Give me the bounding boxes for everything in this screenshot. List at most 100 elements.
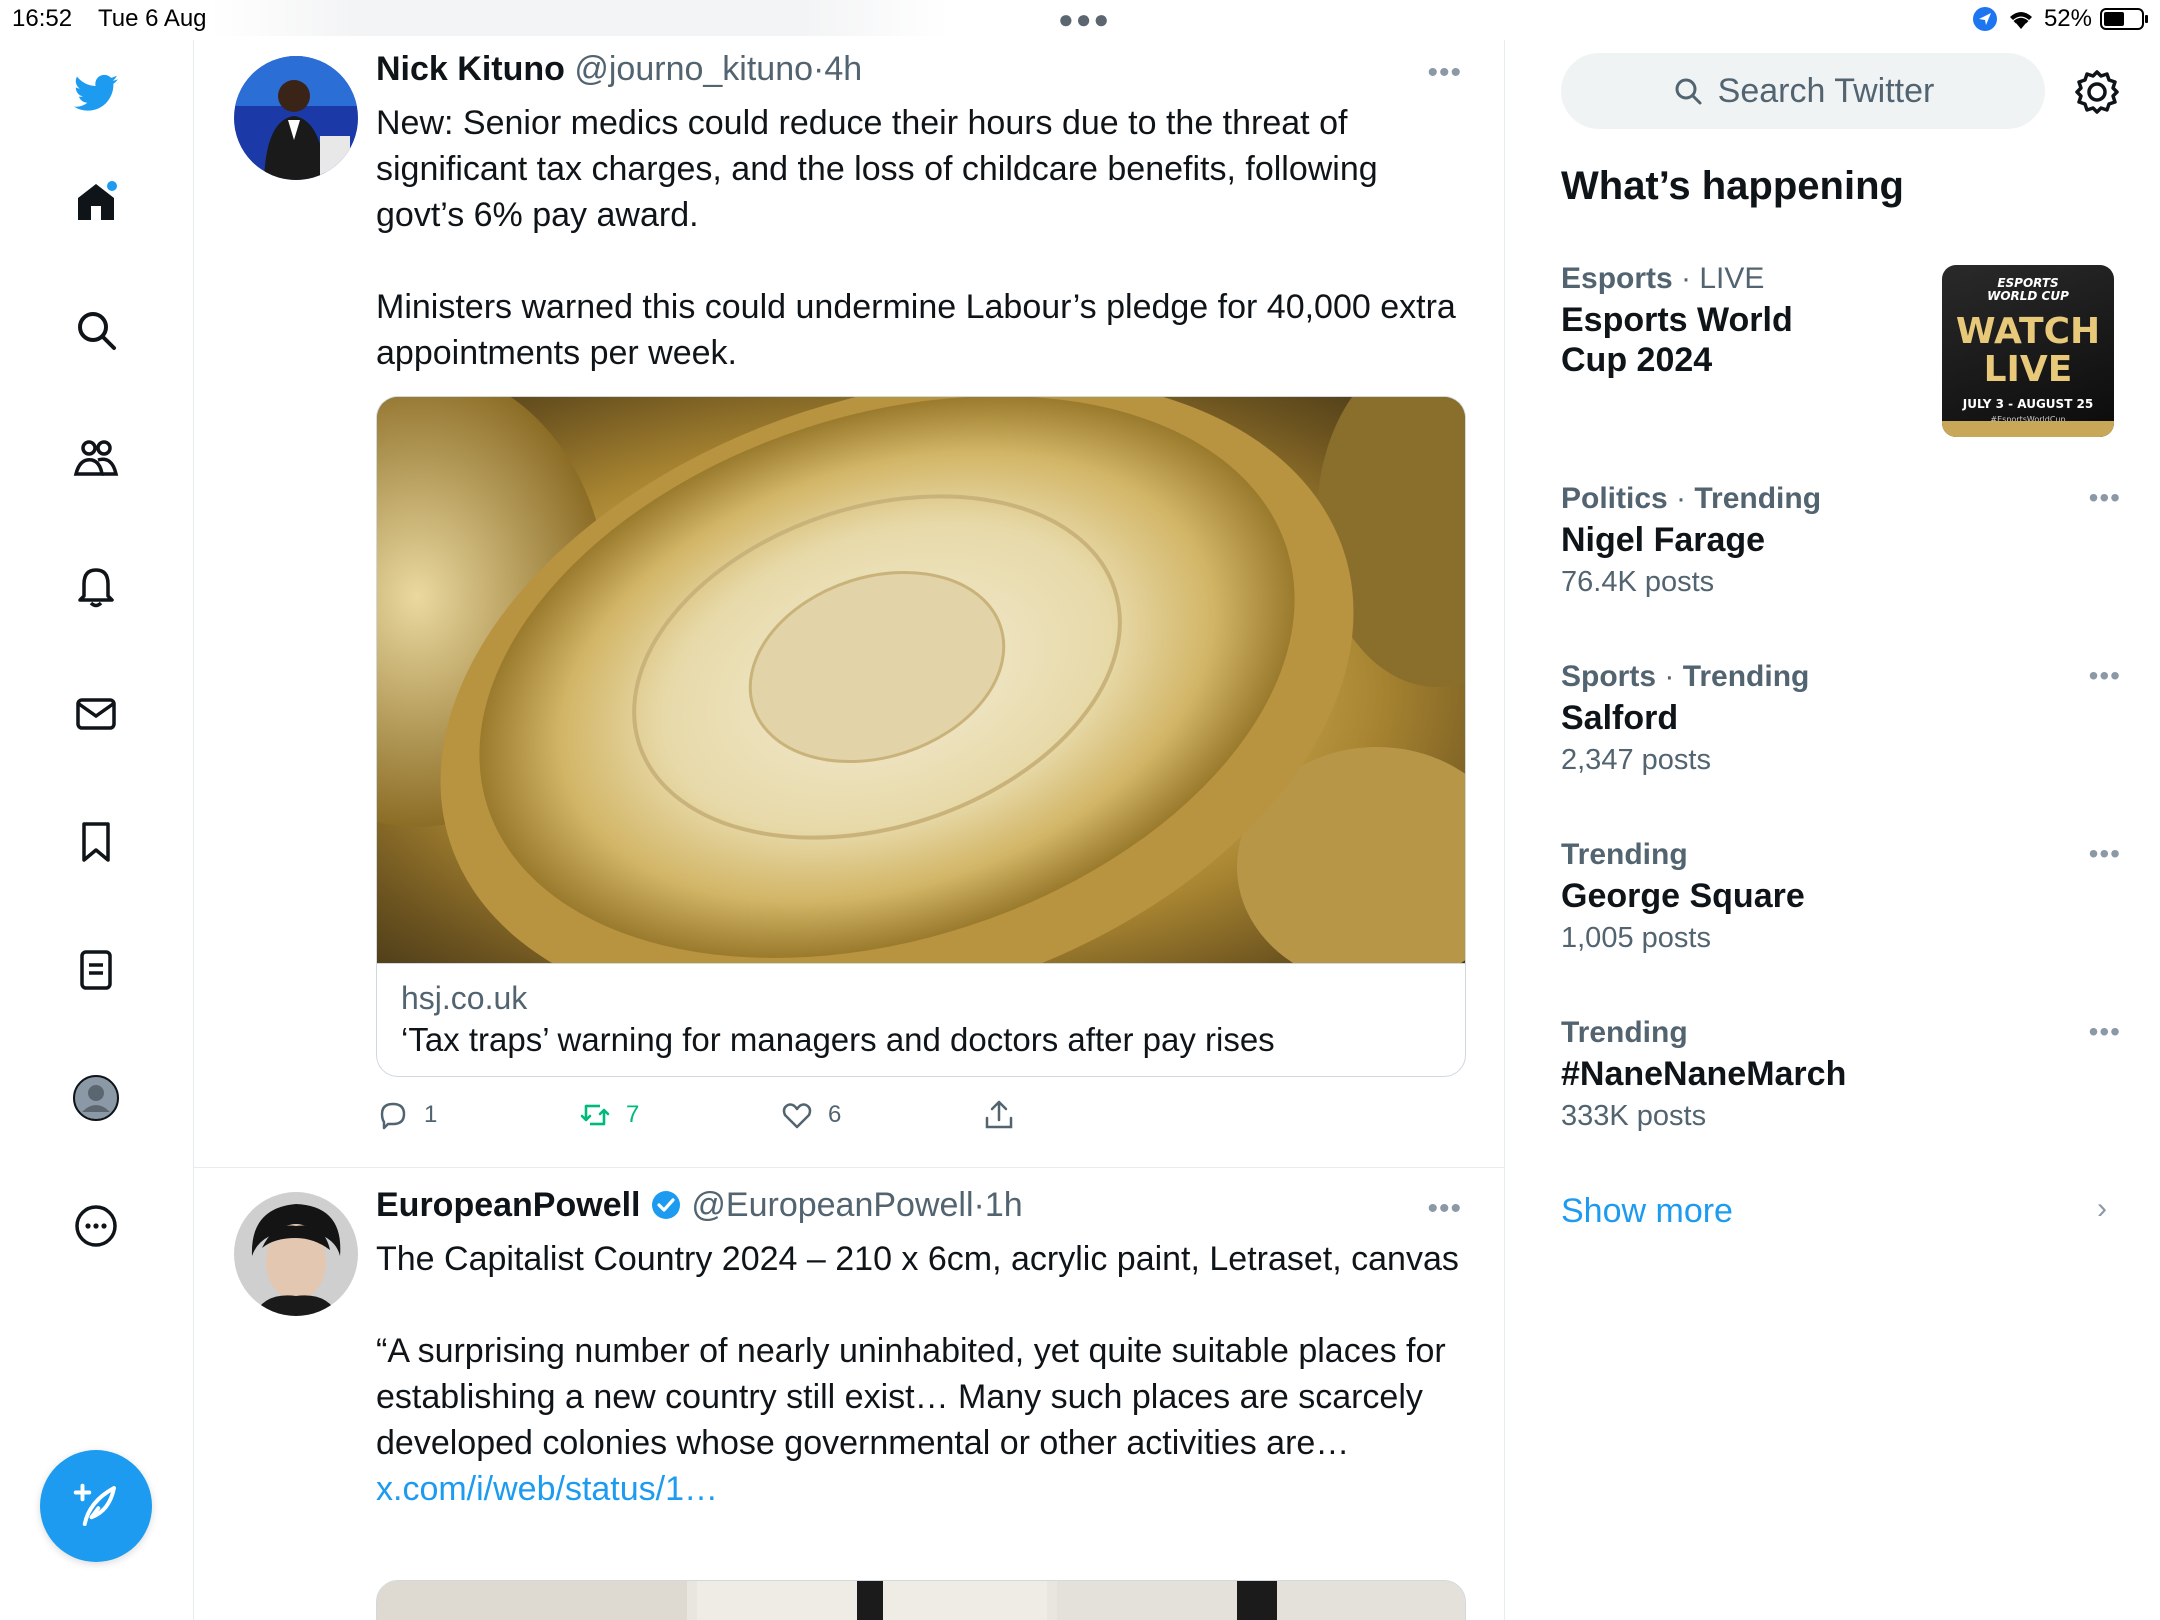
trend-name: Salford [1561, 699, 1679, 737]
handle[interactable]: @journo_kituno [574, 50, 813, 88]
location-icon [1972, 7, 1997, 31]
trend-qualifier: Trending [1561, 1016, 1688, 1049]
tweet-header: Nick Kituno @journo_kituno·4h [376, 50, 862, 89]
trend-count: 2,347 posts [1561, 744, 1711, 776]
nav-explore[interactable] [60, 294, 132, 366]
trend-more-icon[interactable]: ••• [2089, 660, 2121, 692]
search-placeholder: Search Twitter [1717, 71, 1935, 110]
tweet-more-icon[interactable]: ••• [1427, 56, 1462, 90]
tweet-link[interactable]: x.com/i/web/status/1… [376, 1470, 718, 1508]
trend-name: #NaneNaneMarch [1561, 1055, 1847, 1093]
trend-qualifier: LIVE [1699, 262, 1765, 295]
tweet-more-icon[interactable]: ••• [1427, 1192, 1462, 1226]
right-sidebar: Search Twitter What’s happening Esports … [1505, 40, 2160, 1620]
nav-lists[interactable] [60, 934, 132, 1006]
retweet-count: 7 [626, 1101, 640, 1128]
feather-plus-icon [73, 1483, 116, 1526]
nav-profile[interactable] [60, 1062, 132, 1134]
lists-icon [80, 950, 112, 990]
link-card-domain: hsj.co.uk [401, 980, 528, 1016]
retweet-icon [580, 1104, 610, 1126]
trend-name: Nigel Farage [1561, 521, 1766, 559]
communities-icon [73, 440, 119, 476]
trend-context: Trending [1561, 838, 2121, 872]
nav-communities[interactable] [60, 422, 132, 494]
share-button[interactable] [982, 1098, 1184, 1132]
trend-context: Sports · Trending [1561, 660, 1810, 693]
nav-bookmarks[interactable] [60, 806, 132, 878]
battery-icon [2100, 8, 2148, 30]
nav-home[interactable] [60, 166, 132, 238]
nav-notifications[interactable] [60, 550, 132, 622]
search-icon [78, 312, 116, 350]
tweet-paragraph: “A surprising number of nearly uninhabit… [376, 1328, 1466, 1512]
trend-item[interactable]: Sports · Trending Salford 2,347 posts ••… [1561, 660, 2121, 777]
show-more-link[interactable]: Show more [1561, 1192, 1733, 1231]
envelope-icon [76, 698, 116, 730]
trend-qualifier: Trending [1682, 660, 1810, 693]
gear-icon [2075, 70, 2119, 114]
trend-count: 76.4K posts [1561, 566, 1715, 598]
handle[interactable]: @EuropeanPowell [691, 1186, 973, 1224]
display-name[interactable]: Nick Kituno [376, 50, 565, 88]
tweet-text: New: Senior medics could reduce their ho… [376, 100, 1466, 376]
like-button[interactable]: 6 [780, 1098, 982, 1132]
tweet[interactable]: EuropeanPowell @EuropeanPowell·1h ••• Th… [194, 1168, 1504, 1620]
display-name[interactable]: EuropeanPowell [376, 1186, 641, 1224]
compose-tweet-button[interactable] [40, 1450, 152, 1562]
esports-cta: WATCH LIVE [1955, 311, 2101, 390]
twitter-logo-icon[interactable] [60, 58, 132, 130]
share-icon [985, 1100, 1013, 1129]
tweet-header: EuropeanPowell @EuropeanPowell·1h [376, 1186, 1023, 1225]
link-card-image [377, 397, 1465, 963]
timestamp[interactable]: 1h [985, 1186, 1023, 1224]
tweet-paragraph: Ministers warned this could undermine La… [376, 288, 1456, 372]
nav-messages[interactable] [60, 678, 132, 750]
bookmark-icon [82, 822, 110, 862]
wifi-icon [2009, 12, 2032, 29]
tweet[interactable]: Nick Kituno @journo_kituno·4h ••• New: S… [194, 40, 1504, 1170]
search-input[interactable]: Search Twitter [1561, 53, 2045, 129]
tweet-media-preview[interactable] [376, 1580, 1466, 1620]
left-navigation [0, 40, 194, 1620]
trend-more-icon[interactable]: ••• [2089, 482, 2121, 514]
separator-dot: · [973, 1186, 985, 1224]
trend-category: Politics [1561, 482, 1668, 515]
status-bar: 16:52 Tue 6 Aug ●●● 52% [0, 0, 2160, 40]
tweet-paragraph-text: “A surprising number of nearly uninhabit… [376, 1332, 1446, 1462]
trend-category: Esports [1561, 262, 1673, 295]
esports-thumbnail[interactable]: ESPORTS WORLD CUP WATCH LIVE JULY 3 - AU… [1942, 265, 2114, 437]
avatar[interactable] [234, 56, 358, 180]
profile-avatar-icon [73, 1075, 119, 1121]
trend-item[interactable]: Politics · Trending Nigel Farage 76.4K p… [1561, 482, 2121, 599]
trend-item[interactable]: Trending #NaneNaneMarch 333K posts ••• [1561, 1016, 2121, 1133]
settings-button[interactable] [2071, 66, 2123, 118]
timestamp[interactable]: 4h [824, 50, 862, 88]
trend-qualifier: Trending [1561, 838, 1688, 871]
verified-badge-icon [651, 1191, 680, 1219]
avatar[interactable] [234, 1192, 358, 1316]
timeline: Nick Kituno @journo_kituno·4h ••• New: S… [194, 40, 1505, 1620]
nav-more[interactable] [60, 1190, 132, 1262]
trend-count: 333K posts [1561, 1100, 1707, 1132]
trend-item[interactable]: Trending George Square 1,005 posts ••• [1561, 838, 2121, 955]
trend-more-icon[interactable]: ••• [2089, 838, 2121, 870]
esports-dates: JULY 3 - AUGUST 25 [1962, 397, 2094, 411]
trend-context: Trending [1561, 1016, 2121, 1050]
esports-band [1942, 421, 2114, 437]
tweet-actions: 1 7 6 [376, 1098, 1184, 1132]
retweet-button[interactable]: 7 [578, 1098, 780, 1132]
whats-happening-title: What’s happening [1561, 164, 1904, 208]
trend-more-icon[interactable]: ••• [2089, 1016, 2121, 1048]
battery-percent: 52% [2043, 5, 2092, 32]
trend-name: Esports World Cup 2024 [1561, 301, 1793, 379]
tweet-text: The Capitalist Country 2024 – 210 x 6cm,… [376, 1236, 1466, 1512]
search-icon [1675, 78, 1702, 105]
home-icon [78, 181, 117, 220]
reply-icon [380, 1102, 406, 1130]
reply-button[interactable]: 1 [376, 1098, 578, 1132]
tweet-paragraph: The Capitalist Country 2024 – 210 x 6cm,… [376, 1240, 1459, 1278]
multitasking-dots-icon[interactable]: ●●● [1058, 4, 1111, 35]
reply-count: 1 [424, 1101, 438, 1128]
link-card[interactable]: hsj.co.uk ‘Tax traps’ warning for manage… [376, 396, 1466, 1077]
